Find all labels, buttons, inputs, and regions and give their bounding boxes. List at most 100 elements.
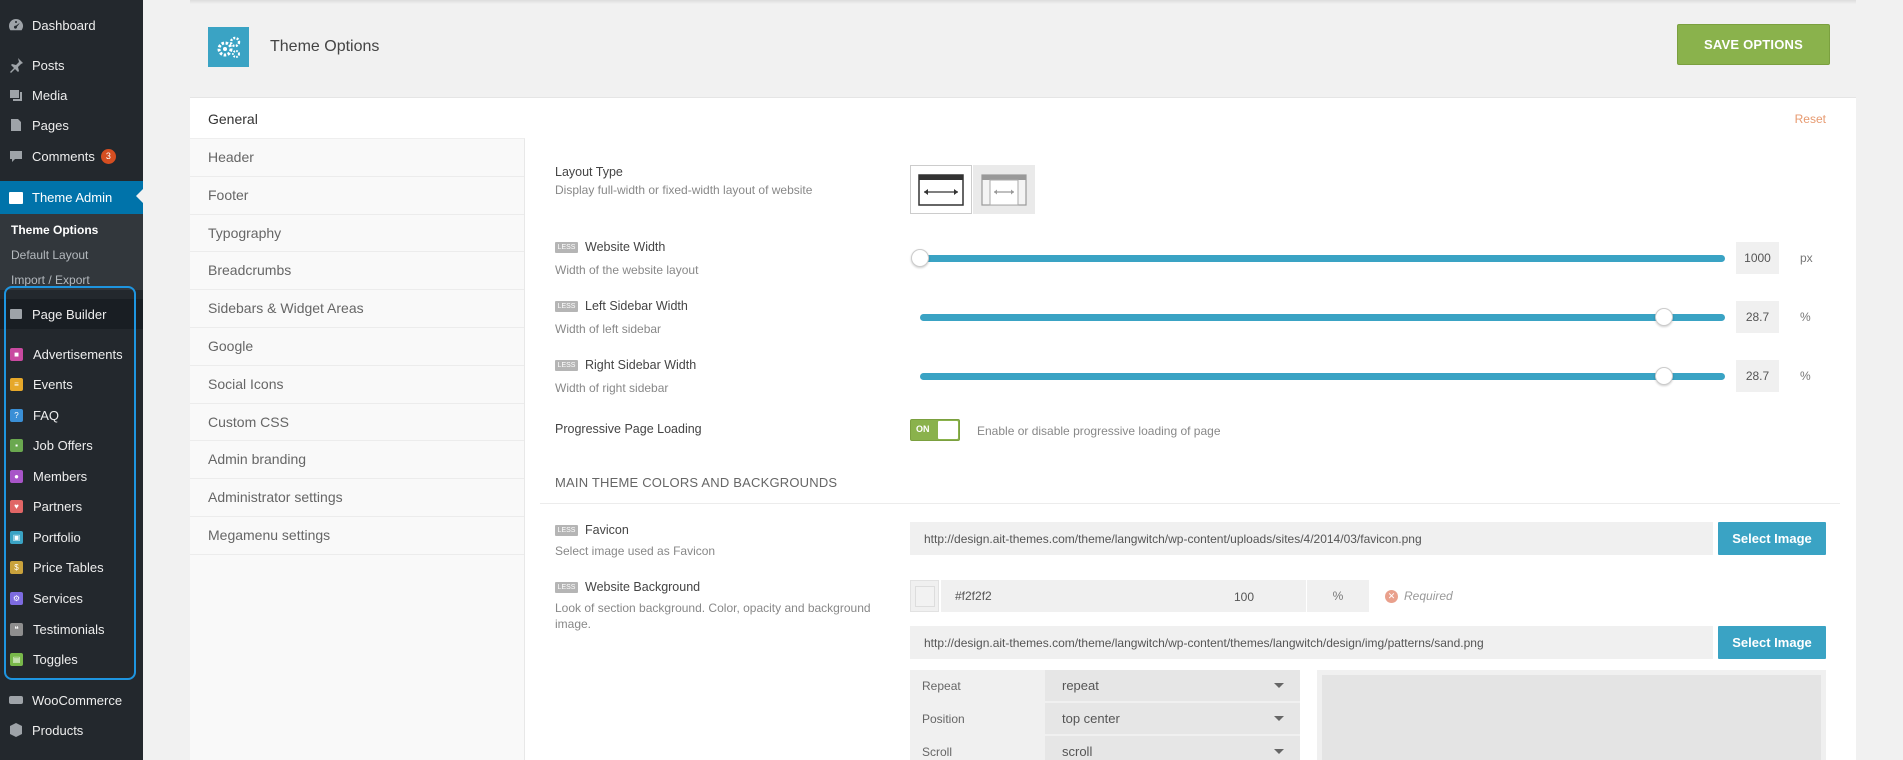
toggle-on-label: ON: [916, 424, 930, 434]
position-label: Position: [922, 712, 965, 726]
theme-admin-submenu: Theme Options Default Layout Import / Ex…: [0, 214, 143, 290]
submenu-import-export[interactable]: Import / Export: [11, 273, 90, 287]
option-label: Left Sidebar Width: [585, 299, 688, 313]
options-nav: Header Footer Typography Breadcrumbs Sid…: [190, 138, 525, 760]
options-panel: General Reset Header Footer Typography B…: [190, 97, 1856, 760]
background-image-preview: [1317, 670, 1826, 760]
nav-custom-css[interactable]: Custom CSS: [190, 404, 524, 442]
favicon-select-image-button[interactable]: Select Image: [1718, 522, 1826, 555]
pages-icon: [8, 117, 24, 133]
menu-comments[interactable]: Comments 3: [0, 141, 143, 171]
reset-link[interactable]: Reset: [1795, 112, 1826, 126]
left-sidebar-width-value[interactable]: 28.7: [1736, 301, 1779, 333]
website-width-slider[interactable]: [920, 255, 1725, 262]
website-background-desc: Look of section background. Color, opaci…: [555, 601, 871, 631]
scroll-row: Scroll scroll: [910, 736, 1300, 760]
woocommerce-icon: [8, 692, 24, 708]
save-options-button[interactable]: SAVE OPTIONS: [1677, 24, 1830, 65]
repeat-row: Repeat repeat: [910, 670, 1300, 703]
background-opacity-value[interactable]: 100: [1234, 590, 1254, 604]
menu-woocommerce[interactable]: WooCommerce: [0, 685, 143, 715]
menu-dashboard[interactable]: Dashboard: [0, 10, 143, 40]
nav-header[interactable]: Header: [190, 139, 524, 177]
nav-sidebars-widget-areas[interactable]: Sidebars & Widget Areas: [190, 290, 524, 328]
page-title: Theme Options: [270, 38, 380, 55]
menu-posts[interactable]: Posts: [0, 50, 143, 80]
menu-media[interactable]: Media: [0, 80, 143, 110]
scroll-select[interactable]: scroll: [1045, 736, 1300, 760]
favicon-url-input[interactable]: http://design.ait-themes.com/theme/langw…: [910, 522, 1713, 555]
less-tag: LESS: [555, 359, 578, 371]
submenu-theme-options[interactable]: Theme Options: [11, 223, 98, 237]
comments-count-badge: 3: [100, 148, 116, 164]
repeat-value: repeat: [1062, 678, 1099, 693]
media-icon: [8, 87, 24, 103]
background-image-url-input[interactable]: http://design.ait-themes.com/theme/langw…: [910, 626, 1713, 659]
layout-full-width-option[interactable]: [910, 165, 972, 214]
left-sidebar-width-title: LESS Left Sidebar Width: [555, 299, 688, 313]
website-width-slider-handle[interactable]: [911, 249, 929, 267]
dashboard-icon: [8, 17, 24, 33]
nav-megamenu-settings[interactable]: Megamenu settings: [190, 517, 524, 555]
required-icon: ✕: [1385, 589, 1398, 603]
nav-google[interactable]: Google: [190, 328, 524, 366]
chevron-down-icon: [1274, 749, 1284, 754]
required-label: Required: [1404, 589, 1453, 603]
favicon-desc: Select image used as Favicon: [555, 544, 716, 558]
theme-admin-icon: [8, 190, 24, 206]
left-sidebar-width-unit: %: [1800, 310, 1811, 324]
nav-footer[interactable]: Footer: [190, 177, 524, 215]
required-indicator: ✕ Required: [1385, 589, 1453, 603]
website-width-title: LESS Website Width: [555, 240, 665, 254]
less-tag: LESS: [555, 524, 578, 536]
nav-administrator-settings[interactable]: Administrator settings: [190, 479, 524, 517]
right-sidebar-width-value[interactable]: 28.7: [1736, 360, 1779, 392]
nav-typography[interactable]: Typography: [190, 215, 524, 253]
preview-area: [1322, 675, 1821, 760]
favicon-title: LESS Favicon: [555, 523, 629, 537]
nav-social-icons[interactable]: Social Icons: [190, 366, 524, 404]
nav-admin-branding[interactable]: Admin branding: [190, 441, 524, 480]
menu-label: Posts: [32, 57, 65, 73]
layout-type-title: Layout Type: [555, 165, 623, 179]
left-sidebar-width-desc: Width of left sidebar: [555, 322, 662, 336]
left-sidebar-width-slider[interactable]: [920, 314, 1725, 321]
toggle-knob: [938, 421, 958, 439]
background-color-swatch[interactable]: [910, 580, 939, 612]
option-label: Website Background: [585, 580, 701, 594]
chevron-down-icon: [1274, 683, 1284, 688]
position-row: Position top center: [910, 703, 1300, 736]
right-sidebar-width-slider-handle[interactable]: [1654, 367, 1673, 385]
comment-icon: [8, 148, 24, 164]
color-preview: [915, 586, 935, 607]
scroll-label: Scroll: [922, 745, 953, 759]
right-sidebar-width-title: LESS Right Sidebar Width: [555, 358, 696, 372]
full-width-layout-icon: [918, 173, 964, 206]
menu-label: Dashboard: [32, 17, 96, 33]
section-divider: [540, 503, 1840, 504]
menu-label: WooCommerce: [32, 692, 123, 708]
position-value: top center: [1062, 711, 1120, 726]
nav-breadcrumbs[interactable]: Breadcrumbs: [190, 252, 524, 291]
layout-fixed-width-option[interactable]: [973, 165, 1035, 214]
menu-products[interactable]: Products: [0, 715, 143, 745]
background-select-image-button[interactable]: Select Image: [1718, 626, 1826, 659]
right-sidebar-width-unit: %: [1800, 369, 1811, 383]
progressive-loading-toggle[interactable]: ON: [910, 419, 960, 441]
website-background-title: LESS Website Background: [555, 580, 700, 594]
gears-icon: [217, 36, 240, 58]
website-width-value[interactable]: 1000: [1736, 242, 1779, 274]
menu-theme-admin[interactable]: Theme Admin: [0, 181, 143, 214]
position-select[interactable]: top center: [1045, 703, 1300, 734]
left-sidebar-width-slider-handle[interactable]: [1654, 308, 1673, 326]
layout-type-desc: Display full-width or fixed-width layout…: [555, 183, 813, 197]
menu-label: Comments: [32, 148, 95, 164]
repeat-select[interactable]: repeat: [1045, 670, 1300, 701]
website-width-desc: Width of the website layout: [555, 263, 699, 277]
right-sidebar-width-slider[interactable]: [920, 373, 1725, 380]
right-sidebar-width-desc: Width of right sidebar: [555, 381, 669, 395]
background-settings-table: Repeat repeat Position top center Scroll…: [910, 670, 1300, 760]
repeat-label: Repeat: [922, 679, 961, 693]
submenu-default-layout[interactable]: Default Layout: [11, 248, 88, 262]
menu-pages[interactable]: Pages: [0, 110, 143, 140]
